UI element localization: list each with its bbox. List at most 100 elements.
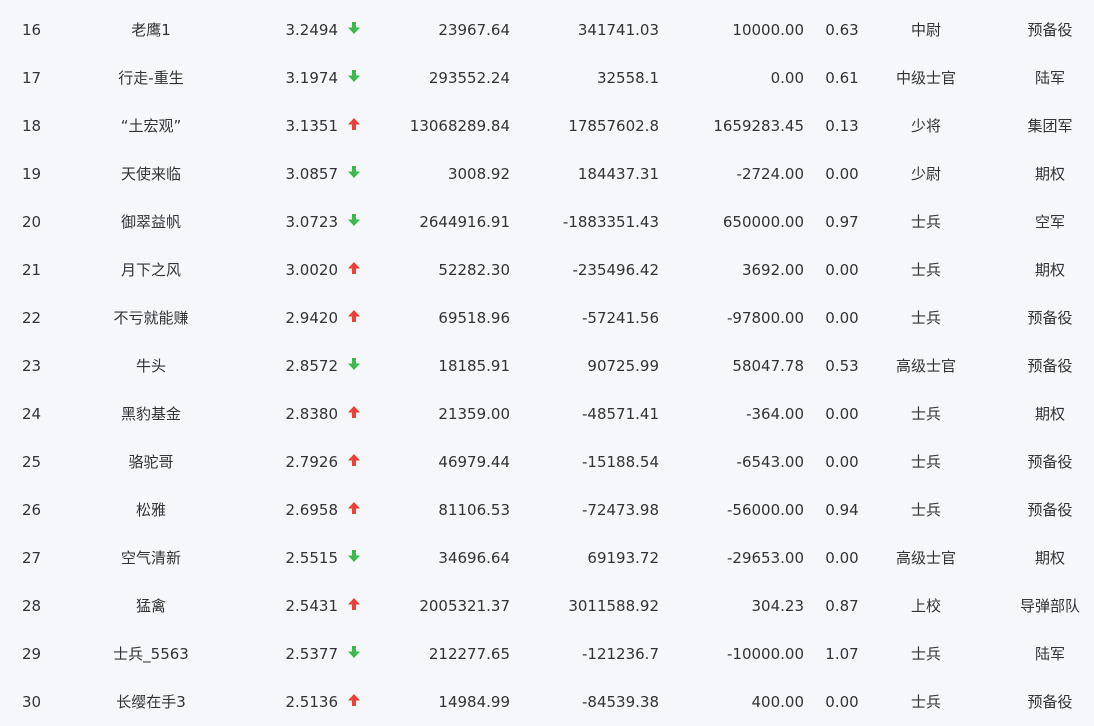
table-row[interactable]: 29 士兵_5563 2.5377 212277.65 -121236.7 -10000.… [0, 630, 1094, 678]
value2-cell: 69193.72 [587, 549, 659, 567]
value2-cell: -57241.56 [582, 309, 659, 327]
value2-cell: -15188.54 [582, 453, 659, 471]
name-cell[interactable]: 御翠益帆 [80, 198, 222, 246]
value2-cell: 3011588.92 [568, 597, 659, 615]
rank-title-cell: 士兵 [910, 405, 941, 423]
name-cell[interactable]: 月下之风 [80, 246, 222, 294]
table-row[interactable]: 17 行走-重生 3.1974 293552.24 32558.1 0.00 0.61 中级士… [0, 54, 1094, 102]
score-cell: 2.6958 [285, 501, 339, 519]
table-row[interactable]: 26 松雅 2.6958 81106.53 -72473.98 -56000.00 0.94… [0, 486, 1094, 534]
unit-cell: 陆军 [1034, 69, 1065, 87]
unit-cell: 集团军 [1027, 117, 1073, 135]
ratio-cell: 0.87 [825, 597, 859, 615]
value3-cell: 10000.00 [732, 21, 804, 39]
table-row[interactable]: 30 长缨在手3 2.5136 14984.99 -84539.38 400.00 0.00… [0, 678, 1094, 726]
arrow-down-icon [345, 534, 363, 582]
name-cell[interactable]: 猛禽 [80, 582, 222, 630]
ratio-cell: 0.94 [825, 501, 859, 519]
table-row[interactable]: 20 御翠益帆 3.0723 2644916.91 -1883351.43 650000.… [0, 198, 1094, 246]
rank-title-cell: 高级士官 [895, 549, 956, 567]
value2-cell: -48571.41 [582, 405, 659, 423]
unit-cell: 预备役 [1027, 309, 1073, 327]
name-cell[interactable]: “土宏观” [80, 102, 222, 150]
ratio-cell: 0.00 [825, 261, 859, 279]
rank-cell: 24 [22, 405, 42, 423]
ranking-table: 16 老鹰1 3.2494 23967.64 341741.03 10000.00 0.63… [0, 0, 1094, 717]
table-row[interactable]: 28 猛禽 2.5431 2005321.37 3011588.92 304.23 0.87… [0, 582, 1094, 630]
unit-cell: 预备役 [1027, 453, 1073, 471]
name-cell[interactable]: 士兵_5563 [80, 630, 222, 678]
name-cell[interactable]: 松雅 [80, 486, 222, 534]
table-row[interactable]: 24 黑豹基金 2.8380 21359.00 -48571.41 -364.00 0.00… [0, 390, 1094, 438]
unit-cell: 期权 [1034, 261, 1065, 279]
value1-cell: 46979.44 [438, 453, 510, 471]
table-row[interactable]: 19 天使来临 3.0857 3008.92 184437.31 -2724.00 0.00… [0, 150, 1094, 198]
rank-cell: 29 [22, 645, 42, 663]
value1-cell: 212277.65 [428, 645, 510, 663]
rank-cell: 17 [22, 69, 42, 87]
ratio-cell: 0.61 [825, 69, 859, 87]
ratio-cell: 0.97 [825, 213, 859, 231]
arrow-down-icon [345, 198, 363, 246]
table-row[interactable]: 16 老鹰1 3.2494 23967.64 341741.03 10000.00 0.63… [0, 6, 1094, 54]
score-cell: 2.8572 [285, 357, 339, 375]
arrow-down-icon [345, 342, 363, 390]
unit-cell: 期权 [1034, 165, 1065, 183]
value1-cell: 23967.64 [438, 21, 510, 39]
name-cell[interactable]: 黑豹基金 [80, 390, 222, 438]
rank-title-cell: 士兵 [910, 501, 941, 519]
table-row[interactable]: 18 “土宏观” 3.1351 13068289.84 17857602.8 165928… [0, 102, 1094, 150]
name-cell[interactable]: 空气清新 [80, 534, 222, 582]
arrow-down-icon [345, 630, 363, 678]
value2-cell: -1883351.43 [562, 213, 659, 231]
name-cell[interactable]: 不亏就能赚 [80, 294, 222, 342]
value2-cell: 90725.99 [587, 357, 659, 375]
unit-cell: 期权 [1034, 405, 1065, 423]
value2-cell: 32558.1 [596, 69, 659, 87]
rank-cell: 22 [22, 309, 42, 327]
value3-cell: 3692.00 [741, 261, 804, 279]
score-cell: 2.7926 [285, 453, 339, 471]
value1-cell: 3008.92 [447, 165, 510, 183]
name-cell[interactable]: 行走-重生 [80, 54, 222, 102]
arrow-up-icon [345, 582, 363, 630]
rank-cell: 19 [22, 165, 42, 183]
ratio-cell: 0.00 [825, 405, 859, 423]
score-cell: 3.2494 [285, 21, 339, 39]
table-row[interactable]: 21 月下之风 3.0020 52282.30 -235496.42 3692.00 0.0… [0, 246, 1094, 294]
ratio-cell: 0.00 [825, 309, 859, 327]
value1-cell: 2644916.91 [419, 213, 510, 231]
name-cell[interactable]: 天使来临 [80, 150, 222, 198]
ratio-cell: 0.13 [825, 117, 859, 135]
value1-cell: 14984.99 [438, 693, 510, 711]
rank-title-cell: 高级士官 [895, 357, 956, 375]
table-row[interactable]: 23 牛头 2.8572 18185.91 90725.99 58047.78 0.53 高级… [0, 342, 1094, 390]
name-cell[interactable]: 老鹰1 [80, 6, 222, 54]
value2-cell: 341741.03 [577, 21, 659, 39]
score-cell: 3.0020 [285, 261, 339, 279]
name-cell[interactable]: 牛头 [80, 342, 222, 390]
ratio-cell: 0.63 [825, 21, 859, 39]
name-cell[interactable]: 骆驼哥 [80, 438, 222, 486]
value3-cell: -56000.00 [727, 501, 804, 519]
unit-cell: 空军 [1034, 213, 1065, 231]
rank-cell: 23 [22, 357, 42, 375]
table-row[interactable]: 22 不亏就能赚 2.9420 69518.96 -57241.56 -97800.00 0… [0, 294, 1094, 342]
name-cell[interactable]: 长缨在手3 [80, 678, 222, 726]
arrow-up-icon [345, 294, 363, 342]
rank-title-cell: 少尉 [910, 165, 941, 183]
value3-cell: -29653.00 [727, 549, 804, 567]
unit-cell: 预备役 [1027, 21, 1073, 39]
table-row[interactable]: 27 空气清新 2.5515 34696.64 69193.72 -29653.00 0.0… [0, 534, 1094, 582]
value3-cell: -2724.00 [736, 165, 804, 183]
unit-cell: 期权 [1034, 549, 1065, 567]
rank-title-cell: 上校 [910, 597, 941, 615]
value1-cell: 18185.91 [438, 357, 510, 375]
value2-cell: 184437.31 [577, 165, 659, 183]
ratio-cell: 1.07 [825, 645, 859, 663]
table-row[interactable]: 25 骆驼哥 2.7926 46979.44 -15188.54 -6543.00 0.00… [0, 438, 1094, 486]
rank-title-cell: 士兵 [910, 213, 941, 231]
rank-title-cell: 士兵 [910, 645, 941, 663]
unit-cell: 陆军 [1034, 645, 1065, 663]
arrow-up-icon [345, 486, 363, 534]
